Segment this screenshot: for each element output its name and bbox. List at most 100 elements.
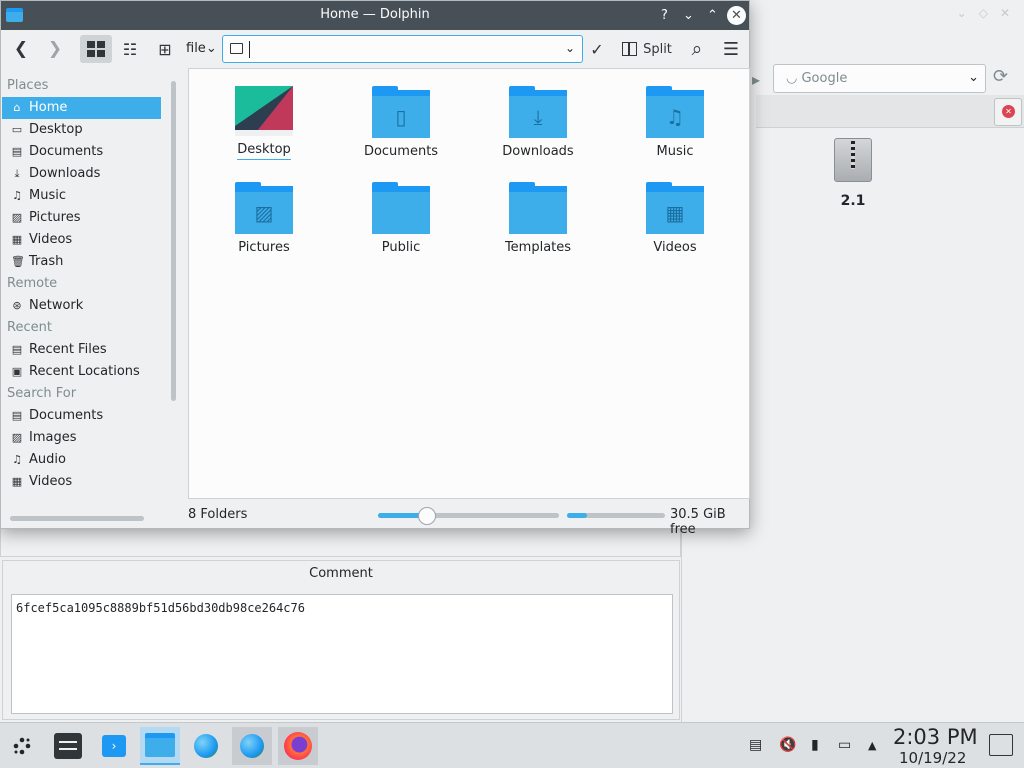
panel-divider [681,529,682,722]
taskbar-dolphin[interactable] [140,727,180,765]
file-view[interactable]: Desktop ▯ Documents ⤓ Downloads ♫ Music ▨ Pictur… [188,68,750,499]
details-view-button[interactable]: ⊞ [150,35,180,63]
recent-locations-icon: ▣ [11,365,23,378]
folder-label: Videos [653,240,697,255]
show-desktop-button[interactable] [989,734,1013,756]
sidebar-item-desktop[interactable]: ▭ Desktop [2,119,170,141]
reload-icon[interactable]: ⟳ [993,66,1008,87]
sidebar-item-label: Documents [29,144,104,159]
comment-field[interactable]: 6fcef5ca1095c8889bf51d56bd30db98ce264c76 [11,594,673,714]
back-button[interactable]: ❮ [9,35,33,63]
taskbar-firefox[interactable] [278,727,318,765]
location-input[interactable]: ⌄ [222,35,583,63]
desktop-icon: ▭ [11,123,23,136]
sidebar-item-trash[interactable]: 🗑 Trash [2,251,170,273]
comment-title: Comment [309,566,373,581]
sidebar-item-music[interactable]: ♫ Music [2,185,170,207]
folder-item-templates[interactable]: Templates [478,182,598,255]
sidebar-item-recent-locations[interactable]: ▣ Recent Locations [2,361,170,383]
hamburger-menu-button[interactable]: ☰ [719,35,743,63]
folder-label: Templates [504,240,572,255]
bg-minimize-button[interactable]: ⌄ [957,6,967,20]
icons-view-button[interactable] [80,35,112,63]
sidebar-item-videos[interactable]: ▦ Videos [2,471,170,493]
folder-item-videos[interactable]: ▦ Videos [615,182,735,255]
downloads-icon: ⤓ [14,167,20,180]
sidebar-item-home[interactable]: ⌂ Home [2,97,161,119]
taskbar-browser-1[interactable] [186,727,226,765]
scheme-selector[interactable]: file⌄ [186,41,217,56]
search-engine-select[interactable]: ◡ Google ⌄ [773,64,986,93]
taskbar-discover[interactable]: › [94,727,134,765]
home-icon: ⌂ [13,101,21,114]
sidebar-item-videos[interactable]: ▦ Videos [2,229,170,251]
bg-close-button[interactable]: ✕ [1000,6,1010,20]
sidebar-item-recent-files[interactable]: ▤ Recent Files [2,339,170,361]
folder-templates-icon [509,182,567,234]
folder-item-downloads[interactable]: ⤓ Downloads [478,86,598,159]
search-videos-icon: ▦ [11,475,23,488]
desktop-thumbnail-icon [235,86,293,136]
sidebar-item-images[interactable]: ▨ Images [2,427,170,449]
battery-icon[interactable]: ▮ [811,737,819,753]
search-button[interactable]: ⌕ [685,35,709,63]
taskbar-system-settings[interactable] [48,727,88,765]
minimize-button[interactable]: ⌄ [679,6,698,25]
clipboard-icon[interactable]: ▤ [749,737,762,753]
compact-view-icon: ☷ [122,39,138,59]
sidebar-item-audio[interactable]: ♫ Audio [2,449,170,471]
folder-label: Downloads [502,144,574,159]
folder-label: Documents [363,144,439,159]
sidebar-section-title: Remote [7,276,58,291]
places-scrollbar[interactable] [171,81,176,401]
background-window-title-buttons: ⌄ ◇ ✕ [957,6,1010,20]
stop-button[interactable] [994,98,1022,126]
accept-location-button[interactable]: ✓ [586,35,608,63]
clock-date[interactable]: 10/19/22 [899,749,966,767]
folder-item-public[interactable]: Public [341,182,461,255]
trash-icon: 🗑 [11,255,25,268]
zoom-slider-handle[interactable] [417,507,436,525]
sidebar-item-documents[interactable]: ▤ Documents [2,405,170,427]
maximize-button[interactable]: ⌃ [703,6,722,25]
close-button[interactable]: ✕ [727,6,746,25]
free-space-label: 30.5 GiB free [670,507,726,537]
search-audio-icon: ♫ [12,453,22,466]
system-settings-icon [54,733,82,759]
taskbar-browser-2[interactable] [232,727,272,765]
folder-icon [230,43,243,54]
folder-item-pictures[interactable]: ▨ Pictures [204,182,324,255]
sidebar-item-downloads[interactable]: ⤓ Downloads [2,163,170,185]
title-bar[interactable]: Home — Dolphin ? ⌄ ⌃ ✕ [1,1,749,30]
folder-count: 8 Folders [188,507,248,522]
archive-file-icon[interactable] [834,138,872,182]
places-horizontal-scrollbar[interactable] [10,516,144,521]
folder-item-desktop[interactable]: Desktop [204,86,324,160]
compact-view-button[interactable]: ☷ [115,35,145,63]
sidebar-item-label: Music [29,188,66,203]
folder-item-music[interactable]: ♫ Music [615,86,735,159]
folder-item-documents[interactable]: ▯ Documents [341,86,461,159]
zoom-slider[interactable] [378,507,559,525]
folder-videos-icon: ▦ [646,182,704,234]
sidebar-section-title: Places [7,78,49,93]
help-button[interactable]: ? [655,6,674,25]
folder-emblem: ▦ [665,201,685,225]
sidebar-item-pictures[interactable]: ▨ Pictures [2,207,170,229]
bg-maximize-button[interactable]: ◇ [979,6,988,20]
folder-public-icon [372,182,430,234]
sidebar-item-documents[interactable]: ▤ Documents [2,141,170,163]
application-launcher[interactable] [2,727,42,765]
sidebar-item-network[interactable]: ⊛ Network [2,295,170,317]
volume-muted-icon[interactable]: 🔇 [779,737,796,753]
forward-button[interactable]: ❯ [43,35,67,63]
folder-emblem: ♫ [666,105,684,129]
chevron-down-icon[interactable]: ⌄ [565,41,575,55]
disk-space-bar[interactable] [567,513,665,518]
bg-forward-icon[interactable]: ▸ [752,70,760,89]
network-monitor-icon[interactable]: ▭ [838,737,851,753]
chevron-down-icon: ⌄ [968,70,979,85]
clock-time[interactable]: 2:03 PM [893,725,978,749]
split-button[interactable]: Split [619,35,675,63]
expand-tray-icon[interactable]: ▲ [868,739,876,752]
